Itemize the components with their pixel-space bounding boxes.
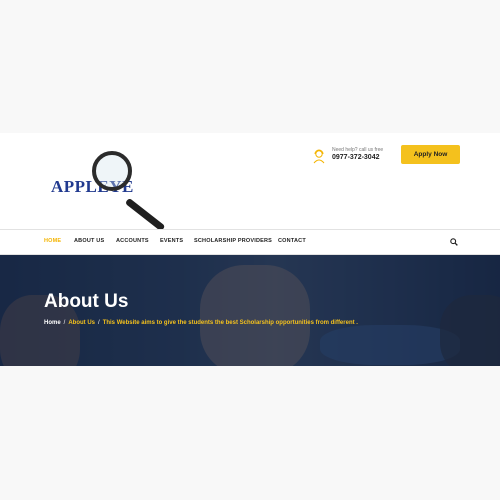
breadcrumb-home-link[interactable]: Home xyxy=(44,320,61,326)
breadcrumb-separator: / xyxy=(98,320,100,326)
page: APPLEYE Need help? call us free 0977-372… xyxy=(0,133,500,366)
magnifier-handle xyxy=(124,197,166,232)
nav-home[interactable]: HOME xyxy=(44,238,61,244)
breadcrumb-current[interactable]: About Us xyxy=(68,320,95,326)
apply-now-button[interactable]: Apply Now xyxy=(401,145,460,164)
nav-scholarship-providers[interactable]: SCHOLARSHIP PROVIDERS xyxy=(194,238,272,244)
hero-banner: About Us Home / About Us / This Website aims… xyxy=(0,255,500,366)
nav-contact[interactable]: CONTACT xyxy=(278,238,306,244)
help-contact: Need help? call us free 0977-372-3042 xyxy=(312,147,392,167)
magnifier-icon xyxy=(92,151,132,191)
header: APPLEYE Need help? call us free 0977-372… xyxy=(0,133,500,232)
nav-accounts[interactable]: ACCOUNTS xyxy=(116,238,149,244)
page-title: About Us xyxy=(44,291,129,312)
phone-number[interactable]: 0977-372-3042 xyxy=(332,154,380,161)
nav-about-us[interactable]: ABOUT US xyxy=(74,238,104,244)
main-nav: HOME ABOUT US ACCOUNTS EVENTS SCHOLARSHI… xyxy=(0,229,500,255)
support-agent-icon xyxy=(313,149,325,164)
breadcrumb-separator: / xyxy=(63,320,66,326)
breadcrumb: Home / About Us / This Website aims to give … xyxy=(44,320,358,326)
breadcrumb-description: This Website aims to give the students t… xyxy=(102,320,358,326)
site-logo[interactable]: APPLEYE xyxy=(47,147,175,232)
help-text: Need help? call us free xyxy=(332,147,384,153)
nav-events[interactable]: EVENTS xyxy=(160,238,183,244)
search-icon[interactable] xyxy=(450,238,458,246)
